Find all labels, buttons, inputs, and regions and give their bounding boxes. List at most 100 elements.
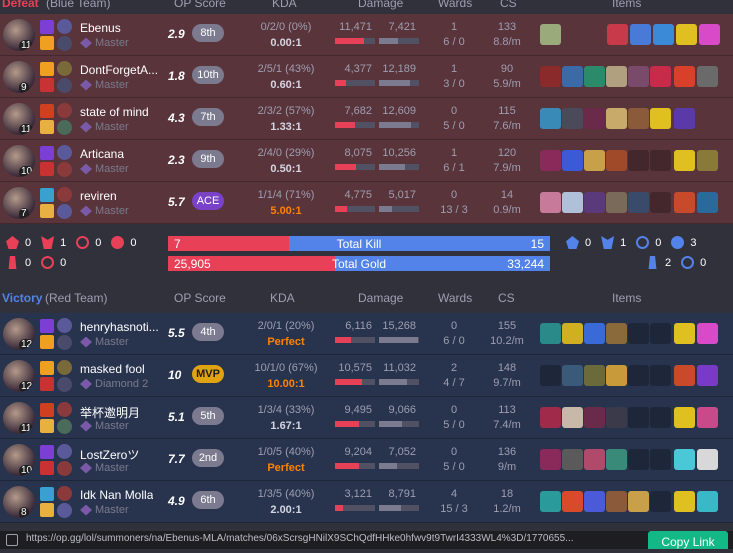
summoner-name[interactable]: DontForgetA...: [80, 63, 158, 77]
summoner-name[interactable]: state of mind: [80, 105, 149, 119]
player-row[interactable]: 10 Articana Master 2.3 9th 2/4/0 (29%) 0…: [0, 140, 733, 182]
item-icon[interactable]: [699, 24, 720, 45]
summoner-name[interactable]: LostZeroツ: [80, 446, 139, 463]
summoner-spell-icon[interactable]: [40, 319, 54, 333]
item-icon[interactable]: [697, 150, 718, 171]
player-row[interactable]: 12 masked fool Diamond 2 10 MVP 10/1/0 (…: [0, 355, 733, 397]
item-icon[interactable]: [584, 491, 605, 512]
item-icon[interactable]: [606, 407, 627, 428]
keystone-rune-icon[interactable]: [57, 187, 72, 202]
item-icon[interactable]: [697, 365, 718, 386]
summoner-spell-icon[interactable]: [40, 487, 54, 501]
secondary-rune-icon[interactable]: [57, 461, 72, 476]
item-icon[interactable]: [540, 24, 561, 45]
champion-portrait[interactable]: 11: [3, 19, 35, 51]
keystone-rune-icon[interactable]: [57, 444, 72, 459]
summoner-name[interactable]: 举杯邀明月: [80, 404, 140, 421]
secondary-rune-icon[interactable]: [57, 377, 72, 392]
item-icon[interactable]: [584, 407, 605, 428]
keystone-rune-icon[interactable]: [57, 318, 72, 333]
summoner-spell-icon[interactable]: [40, 335, 54, 349]
summoner-spell-icon[interactable]: [40, 104, 54, 118]
item-icon[interactable]: [606, 491, 627, 512]
player-row[interactable]: 11 Ebenus Master 2.9 8th 0/2/0 (0%) 0.00…: [0, 14, 733, 56]
summoner-spell-icon[interactable]: [40, 120, 54, 134]
item-icon[interactable]: [584, 192, 605, 213]
url-bar[interactable]: https://op.gg/lol/summoners/na/Ebenus-ML…: [0, 531, 733, 549]
summoner-spell-icon[interactable]: [40, 146, 54, 160]
item-icon[interactable]: [562, 192, 583, 213]
keystone-rune-icon[interactable]: [57, 486, 72, 501]
item-icon[interactable]: [674, 323, 695, 344]
keystone-rune-icon[interactable]: [57, 145, 72, 160]
summoner-spell-icon[interactable]: [40, 162, 54, 176]
copy-link-button[interactable]: Copy Link: [648, 531, 728, 549]
summoner-name[interactable]: Articana: [80, 147, 124, 161]
secondary-rune-icon[interactable]: [57, 419, 72, 434]
item-icon[interactable]: [562, 108, 583, 129]
player-row[interactable]: 11 state of mind Master 4.3 7th 2/3/2 (5…: [0, 98, 733, 140]
item-icon[interactable]: [607, 24, 628, 45]
champion-portrait[interactable]: 11: [3, 103, 35, 135]
summoner-spell-icon[interactable]: [40, 503, 54, 517]
item-icon[interactable]: [540, 449, 561, 470]
item-icon[interactable]: [562, 66, 583, 87]
summoner-name[interactable]: Idk Nan Molla: [80, 488, 153, 502]
summoner-spell-icon[interactable]: [40, 419, 54, 433]
item-icon[interactable]: [697, 323, 718, 344]
item-icon[interactable]: [628, 66, 649, 87]
item-icon[interactable]: [540, 108, 561, 129]
summoner-spell-icon[interactable]: [40, 188, 54, 202]
champion-portrait[interactable]: 10: [3, 145, 35, 177]
item-icon[interactable]: [562, 407, 583, 428]
match-url[interactable]: https://op.gg/lol/summoners/na/Ebenus-ML…: [26, 533, 641, 544]
secondary-rune-icon[interactable]: [57, 162, 72, 177]
summoner-name[interactable]: masked fool: [80, 362, 145, 376]
item-icon[interactable]: [540, 66, 561, 87]
item-icon[interactable]: [584, 108, 605, 129]
player-row[interactable]: 7 reviren Master 5.7 ACE 1/1/4 (71%) 5.0…: [0, 182, 733, 224]
summoner-spell-icon[interactable]: [40, 445, 54, 459]
item-icon[interactable]: [606, 449, 627, 470]
item-icon[interactable]: [674, 407, 695, 428]
champion-portrait[interactable]: 7: [3, 187, 35, 219]
item-icon[interactable]: [540, 407, 561, 428]
item-icon[interactable]: [650, 108, 671, 129]
item-icon[interactable]: [606, 365, 627, 386]
item-icon[interactable]: [674, 192, 695, 213]
summoner-spell-icon[interactable]: [40, 62, 54, 76]
summoner-spell-icon[interactable]: [40, 20, 54, 34]
item-icon[interactable]: [674, 365, 695, 386]
keystone-rune-icon[interactable]: [57, 19, 72, 34]
secondary-rune-icon[interactable]: [57, 335, 72, 350]
item-icon[interactable]: [584, 66, 605, 87]
item-icon[interactable]: [697, 449, 718, 470]
secondary-rune-icon[interactable]: [57, 36, 72, 51]
item-icon[interactable]: [697, 66, 718, 87]
item-icon[interactable]: [697, 491, 718, 512]
item-icon[interactable]: [562, 449, 583, 470]
item-icon[interactable]: [676, 24, 697, 45]
item-icon[interactable]: [584, 449, 605, 470]
summoner-name[interactable]: reviren: [80, 189, 117, 203]
summoner-spell-icon[interactable]: [40, 403, 54, 417]
item-icon[interactable]: [562, 150, 583, 171]
item-icon[interactable]: [630, 24, 651, 45]
player-row[interactable]: 12 henryhasnoti... Master 5.5 4th 2/0/1 …: [0, 313, 733, 355]
item-icon[interactable]: [674, 491, 695, 512]
item-icon[interactable]: [674, 108, 695, 129]
player-row[interactable]: 9 DontForgetA... Master 1.8 10th 2/5/1 (…: [0, 56, 733, 98]
summoner-spell-icon[interactable]: [40, 361, 54, 375]
item-icon[interactable]: [584, 365, 605, 386]
item-icon[interactable]: [697, 407, 718, 428]
item-icon[interactable]: [606, 66, 627, 87]
summoner-spell-icon[interactable]: [40, 461, 54, 475]
champion-portrait[interactable]: 12: [3, 318, 35, 350]
secondary-rune-icon[interactable]: [57, 120, 72, 135]
item-icon[interactable]: [606, 150, 627, 171]
keystone-rune-icon[interactable]: [57, 402, 72, 417]
player-row[interactable]: 11 举杯邀明月 Master 5.1 5th 1/3/4 (33%) 1.67…: [0, 397, 733, 439]
item-icon[interactable]: [674, 66, 695, 87]
secondary-rune-icon[interactable]: [57, 204, 72, 219]
item-icon[interactable]: [650, 66, 671, 87]
